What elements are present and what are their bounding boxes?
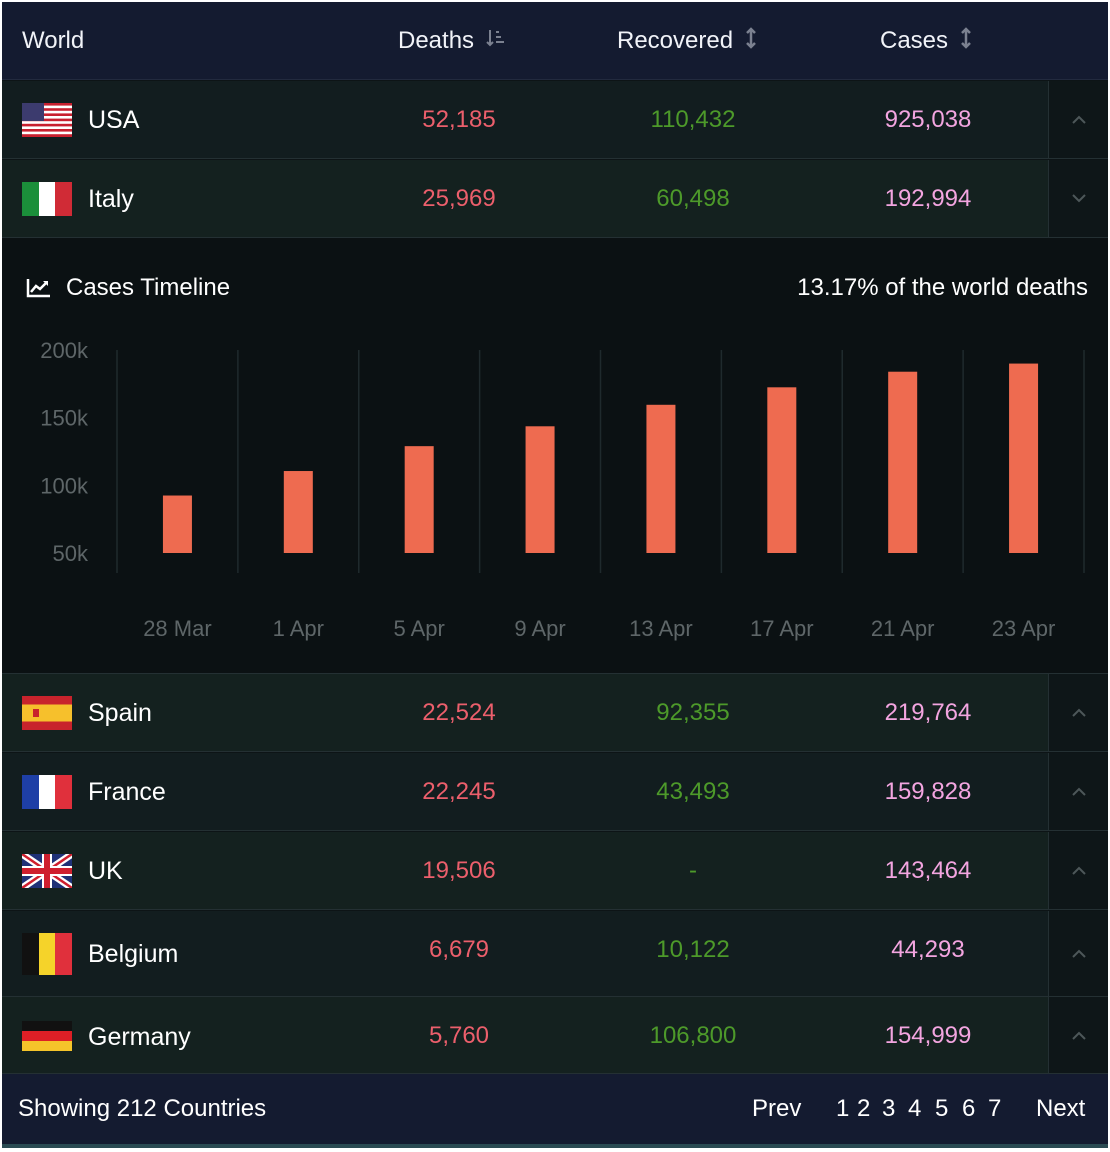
- country-name: UK: [88, 856, 123, 885]
- cases-value: 154,999: [884, 1022, 972, 1049]
- sort-icon[interactable]: [960, 27, 972, 55]
- country-name: Italy: [88, 184, 134, 213]
- chevron-up-icon[interactable]: [1048, 832, 1108, 909]
- world-deaths-share: 13.17% of the world deaths: [797, 274, 1088, 301]
- y-tick-label: 100k: [40, 473, 89, 498]
- chevron-up-icon[interactable]: [1048, 753, 1108, 830]
- cases-timeline-panel: Cases Timeline 13.17% of the world death…: [2, 238, 1108, 674]
- chart-bar[interactable]: [283, 471, 313, 553]
- page-link-6[interactable]: 6: [962, 1074, 975, 1144]
- table-row[interactable]: Germany 5,760 106,800 154,999: [2, 997, 1108, 1074]
- page-link-2[interactable]: 2: [857, 1074, 870, 1144]
- cases-value: 192,994: [884, 185, 972, 212]
- header-cases-label: Cases: [880, 27, 949, 54]
- y-tick-label: 150k: [40, 406, 89, 431]
- header-recovered[interactable]: Recovered: [617, 2, 757, 80]
- cases-value: 143,464: [884, 857, 972, 884]
- deaths-value: 52,185: [422, 106, 496, 133]
- table-row[interactable]: France 22,245 43,493 159,828: [2, 753, 1108, 831]
- cases-value: 44,293: [891, 936, 965, 963]
- deaths-value: 5,760: [428, 1022, 490, 1049]
- showing-count: Showing 212 Countries: [18, 1095, 267, 1122]
- recovered-value: 106,800: [649, 1022, 737, 1049]
- chart-bar[interactable]: [767, 387, 797, 553]
- chart-bar[interactable]: [162, 495, 192, 553]
- deaths-value: 25,969: [422, 185, 496, 212]
- recovered-value: -: [689, 857, 697, 884]
- country-name: Spain: [88, 698, 152, 727]
- cases-value: 925,038: [884, 106, 972, 133]
- recovered-value: 60,498: [656, 185, 730, 212]
- y-tick-label: 200k: [40, 338, 89, 363]
- next-button[interactable]: Next: [1036, 1074, 1085, 1144]
- table-row[interactable]: Spain 22,524 92,355 219,764: [2, 674, 1108, 752]
- deaths-value: 22,524: [422, 699, 496, 726]
- page-link-1[interactable]: 1: [836, 1074, 849, 1144]
- page-link-4[interactable]: 4: [908, 1074, 921, 1144]
- x-tick-label: 28 Mar: [143, 616, 211, 641]
- x-tick-label: 5 Apr: [394, 616, 445, 641]
- header-cases[interactable]: Cases: [880, 2, 972, 80]
- uk-flag-icon: [22, 854, 72, 888]
- sort-descending-icon[interactable]: [486, 28, 506, 54]
- cases-value: 159,828: [884, 778, 972, 805]
- page-link-3[interactable]: 3: [882, 1074, 895, 1144]
- page-link-7[interactable]: 7: [988, 1074, 1001, 1144]
- recovered-value: 43,493: [656, 778, 730, 805]
- recovered-value: 92,355: [656, 699, 730, 726]
- chevron-up-icon[interactable]: [1048, 997, 1108, 1073]
- chevron-up-icon[interactable]: [1048, 674, 1108, 751]
- prev-button[interactable]: Prev: [752, 1074, 801, 1144]
- header-deaths[interactable]: Deaths: [398, 2, 506, 80]
- deaths-value: 22,245: [422, 778, 496, 805]
- belgium-flag-icon: [22, 933, 72, 975]
- page-link-5[interactable]: 5: [935, 1074, 948, 1144]
- table-row[interactable]: Italy 25,969 60,498 192,994: [2, 160, 1108, 238]
- italy-flag-icon: [22, 182, 72, 216]
- usa-flag-icon: [22, 103, 72, 137]
- x-tick-label: 13 Apr: [629, 616, 693, 641]
- x-tick-label: 17 Apr: [750, 616, 814, 641]
- sort-icon[interactable]: [745, 27, 757, 55]
- country-name: Germany: [88, 1022, 191, 1051]
- header-world: World: [22, 27, 85, 54]
- country-name: USA: [88, 105, 140, 134]
- chevron-up-icon[interactable]: [1048, 81, 1108, 158]
- country-name: Belgium: [88, 939, 179, 968]
- country-name: France: [88, 777, 166, 806]
- table-footer: Showing 212 Countries Prev 1 2 3 4 5 6 7…: [2, 1074, 1108, 1148]
- table-row[interactable]: UK 19,506 - 143,464: [2, 832, 1108, 910]
- germany-flag-icon: [22, 1021, 72, 1051]
- footer-accent-bar: [2, 1144, 1108, 1148]
- x-tick-label: 21 Apr: [871, 616, 935, 641]
- x-tick-label: 1 Apr: [273, 616, 324, 641]
- deaths-value: 19,506: [422, 857, 496, 884]
- cases-timeline-chart: 200k 150k 100k 50k 28 Mar 1 Apr 5 Apr 9 Apr 13 A…: [40, 338, 1085, 641]
- header-recovered-label: Recovered: [617, 27, 734, 54]
- chart-bar[interactable]: [404, 446, 434, 553]
- france-flag-icon: [22, 775, 72, 809]
- line-chart-icon: [26, 277, 54, 299]
- table-row[interactable]: Belgium 6,679 10,122 44,293: [2, 911, 1108, 997]
- panel-title-label: Cases Timeline: [66, 274, 231, 301]
- chevron-up-icon[interactable]: [1048, 911, 1108, 996]
- stats-table: World Deaths Recovered Cases USA 52,185 …: [2, 2, 1108, 1148]
- x-tick-label: 23 Apr: [992, 616, 1056, 641]
- chart-bar[interactable]: [1009, 363, 1039, 553]
- chart-bar[interactable]: [525, 426, 555, 553]
- deaths-value: 6,679: [428, 936, 490, 963]
- y-tick-label: 50k: [53, 541, 89, 566]
- x-tick-label: 9 Apr: [514, 616, 565, 641]
- table-row[interactable]: USA 52,185 110,432 925,038: [2, 81, 1108, 159]
- header-deaths-label: Deaths: [398, 27, 475, 54]
- cases-value: 219,764: [884, 699, 972, 726]
- table-header: World Deaths Recovered Cases: [2, 2, 1108, 80]
- recovered-value: 10,122: [656, 936, 730, 963]
- recovered-value: 110,432: [650, 106, 736, 133]
- chart-bar[interactable]: [646, 404, 676, 553]
- chevron-down-icon[interactable]: [1048, 160, 1108, 237]
- chart-bar[interactable]: [888, 371, 918, 553]
- spain-flag-icon: [22, 696, 72, 730]
- panel-title: Cases Timeline: [26, 268, 230, 308]
